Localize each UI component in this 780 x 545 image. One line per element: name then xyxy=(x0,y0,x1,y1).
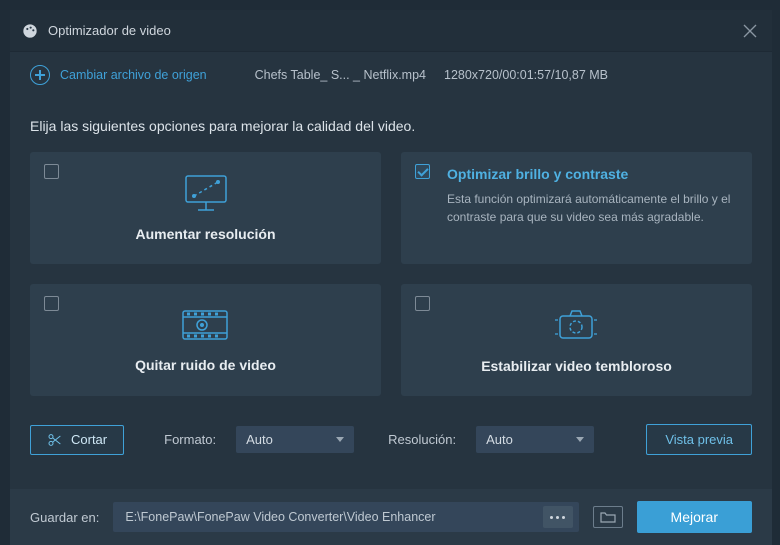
chevron-down-icon xyxy=(576,437,584,442)
cut-label: Cortar xyxy=(71,432,107,447)
checkbox-denoise[interactable] xyxy=(44,296,59,311)
monitor-upscale-icon xyxy=(184,174,228,212)
format-value: Auto xyxy=(246,432,273,447)
browse-path-button[interactable] xyxy=(543,506,573,528)
source-filemeta: 1280x720/00:01:57/10,87 MB xyxy=(444,68,608,82)
resolution-label: Resolución: xyxy=(388,432,456,447)
card-denoise-title: Quitar ruido de video xyxy=(135,357,276,373)
footer-bar: Guardar en: E:\FonePaw\FonePaw Video Con… xyxy=(10,489,772,545)
open-folder-button[interactable] xyxy=(593,506,623,528)
plus-circle-icon xyxy=(30,65,50,85)
folder-icon xyxy=(600,511,616,523)
palette-icon xyxy=(22,23,38,39)
instructions-text: Elija las siguientes opciones para mejor… xyxy=(30,118,752,134)
source-filename: Chefs Table_ S... _ Netflix.mp4 xyxy=(255,68,426,82)
preview-label: Vista previa xyxy=(665,432,733,447)
cut-button[interactable]: Cortar xyxy=(30,425,124,455)
save-path-text: E:\FonePaw\FonePaw Video Converter\Video… xyxy=(125,510,534,524)
card-brightness-contrast[interactable]: Optimizar brillo y contraste Esta funció… xyxy=(401,152,752,264)
scissors-icon xyxy=(47,432,63,448)
card-brightness-desc: Esta función optimizará automáticamente … xyxy=(447,190,734,226)
checkbox-brightness[interactable] xyxy=(415,164,430,179)
checkbox-stabilize[interactable] xyxy=(415,296,430,311)
card-brightness-title: Optimizar brillo y contraste xyxy=(447,166,734,182)
card-stabilize-video[interactable]: Estabilizar video tembloroso xyxy=(401,284,752,396)
card-remove-noise[interactable]: Quitar ruido de video xyxy=(30,284,381,396)
save-in-label: Guardar en: xyxy=(30,510,99,525)
checkmark-icon xyxy=(417,165,428,176)
change-source-label: Cambiar archivo de origen xyxy=(60,68,207,82)
enhance-label: Mejorar xyxy=(671,509,718,525)
resolution-value: Auto xyxy=(486,432,513,447)
video-optimizer-modal: Optimizador de video Cambiar archivo de … xyxy=(10,10,772,545)
file-info-bar: Cambiar archivo de origen Chefs Table_ S… xyxy=(10,52,772,98)
save-path-field[interactable]: E:\FonePaw\FonePaw Video Converter\Video… xyxy=(113,502,578,532)
card-upscale-title: Aumentar resolución xyxy=(135,226,275,242)
resolution-dropdown[interactable]: Auto xyxy=(476,426,594,453)
enhance-button[interactable]: Mejorar xyxy=(637,501,752,533)
titlebar: Optimizador de video xyxy=(10,10,772,52)
film-noise-icon xyxy=(181,307,229,343)
close-button[interactable] xyxy=(740,21,760,41)
camera-shake-icon xyxy=(552,306,600,344)
options-toolbar: Cortar Formato: Auto Resolución: Auto Vi… xyxy=(10,396,772,473)
format-dropdown[interactable]: Auto xyxy=(236,426,354,453)
card-stabilize-title: Estabilizar video tembloroso xyxy=(481,358,672,374)
chevron-down-icon xyxy=(336,437,344,442)
modal-title: Optimizador de video xyxy=(48,23,740,38)
checkbox-upscale[interactable] xyxy=(44,164,59,179)
close-icon xyxy=(743,24,757,38)
preview-button[interactable]: Vista previa xyxy=(646,424,752,455)
change-source-button[interactable]: Cambiar archivo de origen xyxy=(30,65,207,85)
card-upscale-resolution[interactable]: Aumentar resolución xyxy=(30,152,381,264)
format-label: Formato: xyxy=(164,432,216,447)
